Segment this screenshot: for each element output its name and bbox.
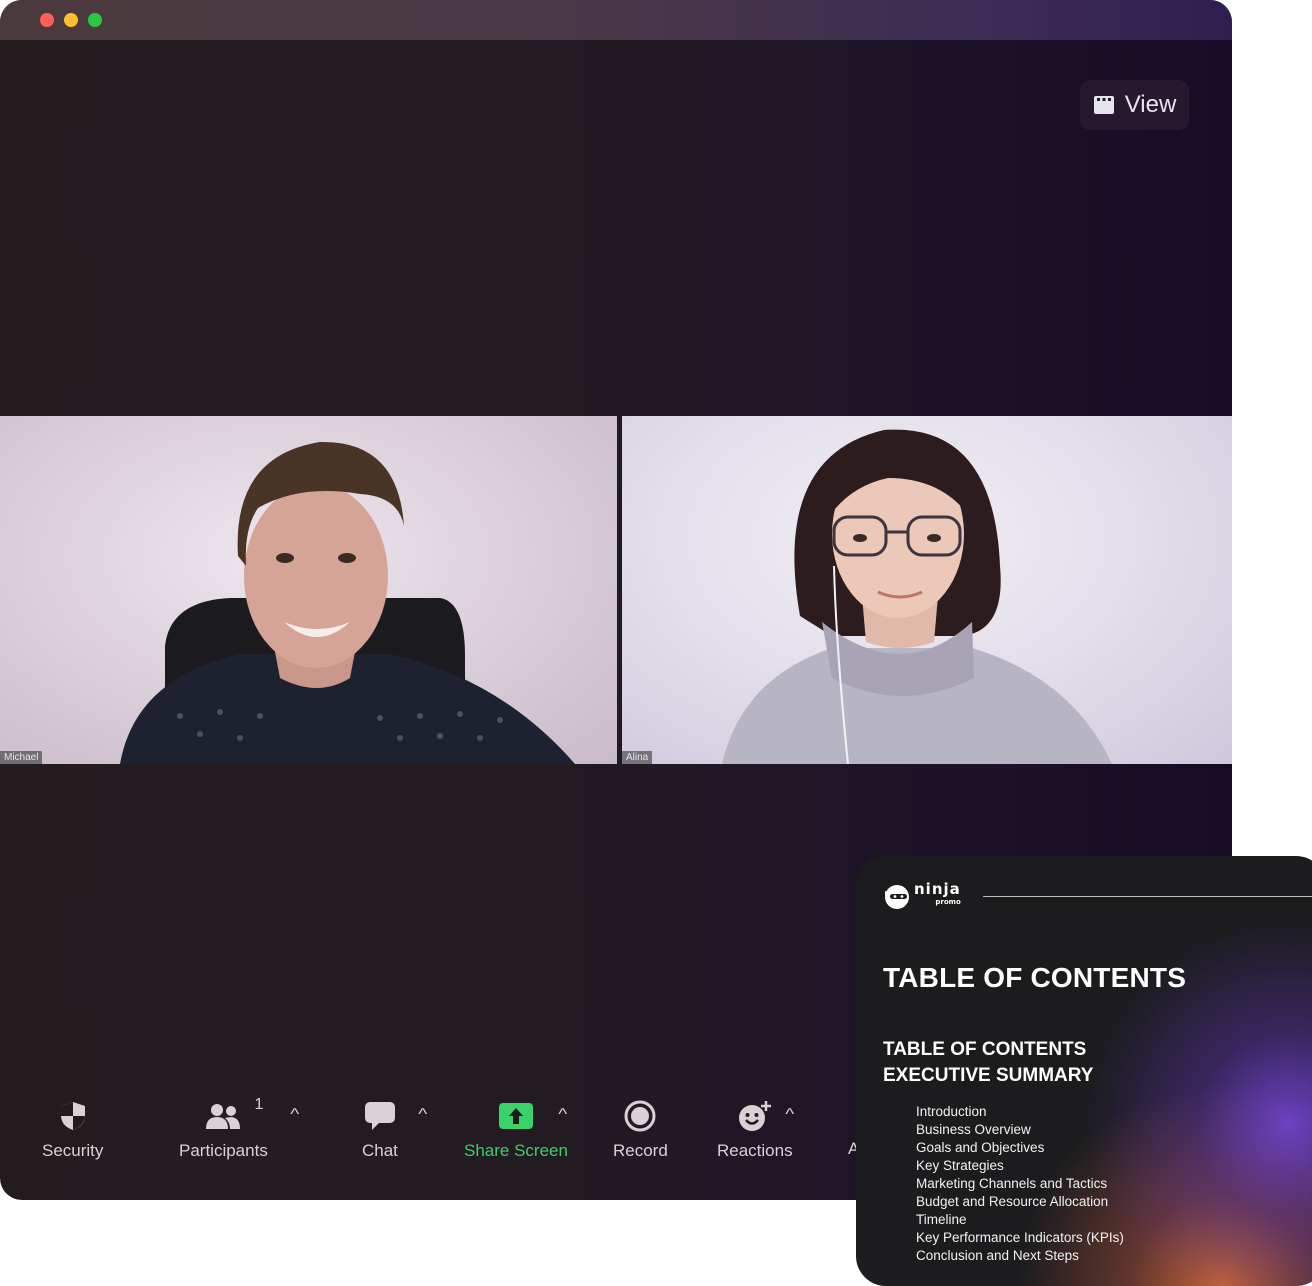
reactions-label: Reactions (717, 1141, 793, 1160)
chat-label: Chat (362, 1141, 398, 1160)
participants-button[interactable]: 1 Participants (179, 1096, 268, 1161)
brand-logo: ninja promo (882, 882, 961, 910)
reactions-icon (738, 1098, 772, 1134)
view-button-label: View (1124, 91, 1177, 118)
contents-item: Conclusion and Next Steps (916, 1248, 1079, 1263)
contents-item: Key Strategies (916, 1158, 1004, 1173)
participant-name-tag: Michael (0, 751, 43, 764)
contents-item: Timeline (916, 1212, 967, 1227)
document-title: TABLE OF CONTENTS (883, 962, 1187, 993)
view-button[interactable]: View (1080, 80, 1189, 130)
participants-count: 1 (254, 1096, 264, 1113)
participants-label: Participants (179, 1141, 268, 1160)
record-icon (624, 1098, 656, 1134)
participant-name-tag: Alina (622, 751, 653, 764)
document-card: ninja promo TABLE OF CONTENTS TABLE OF C… (856, 856, 1312, 1286)
brand-wordmark: ninja promo (914, 882, 961, 909)
minimize-window-button[interactable] (64, 13, 78, 27)
record-label: Record (613, 1141, 668, 1160)
contents-item: Budget and Resource Allocation (916, 1194, 1109, 1209)
grid-view-icon (1093, 96, 1114, 114)
contents-item: Key Performance Indicators (KPIs) (916, 1230, 1124, 1245)
contents-item: Business Overview (916, 1122, 1031, 1137)
share-screen-icon (498, 1098, 534, 1134)
participant-video-image (120, 441, 575, 764)
video-tile-alina[interactable]: Alina (622, 416, 1232, 764)
header-divider (983, 896, 1312, 897)
maximize-window-button[interactable] (88, 13, 102, 27)
title-bar (0, 0, 1232, 40)
participant-video-image (722, 429, 1112, 764)
contents-list: Introduction Business Overview Goals and… (916, 1103, 1124, 1265)
reactions-options-caret[interactable]: ^ (785, 1106, 794, 1124)
chat-options-caret[interactable]: ^ (418, 1106, 427, 1124)
participants-icon: 1 (205, 1096, 263, 1134)
chat-bubble-icon (364, 1098, 396, 1134)
close-window-button[interactable] (40, 13, 54, 27)
security-button[interactable]: Security (42, 1098, 103, 1161)
chat-button[interactable]: Chat (362, 1098, 398, 1161)
shield-icon (59, 1098, 87, 1134)
contents-item: Introduction (916, 1104, 987, 1119)
reactions-button[interactable]: Reactions (717, 1098, 793, 1161)
section-heading: EXECUTIVE SUMMARY (883, 1065, 1094, 1086)
ninja-logo-icon (885, 885, 909, 909)
security-label: Security (42, 1141, 104, 1160)
contents-item: Marketing Channels and Tactics (916, 1176, 1108, 1191)
share-screen-options-caret[interactable]: ^ (558, 1106, 567, 1124)
section-heading: TABLE OF CONTENTS (883, 1039, 1087, 1060)
contents-item: Goals and Objectives (916, 1140, 1045, 1155)
share-screen-label: Share Screen (464, 1141, 568, 1160)
video-tile-michael[interactable]: Michael (0, 416, 617, 764)
record-button[interactable]: Record (613, 1098, 668, 1161)
share-screen-button[interactable]: Share Screen (464, 1098, 568, 1161)
participants-options-caret[interactable]: ^ (290, 1106, 299, 1124)
